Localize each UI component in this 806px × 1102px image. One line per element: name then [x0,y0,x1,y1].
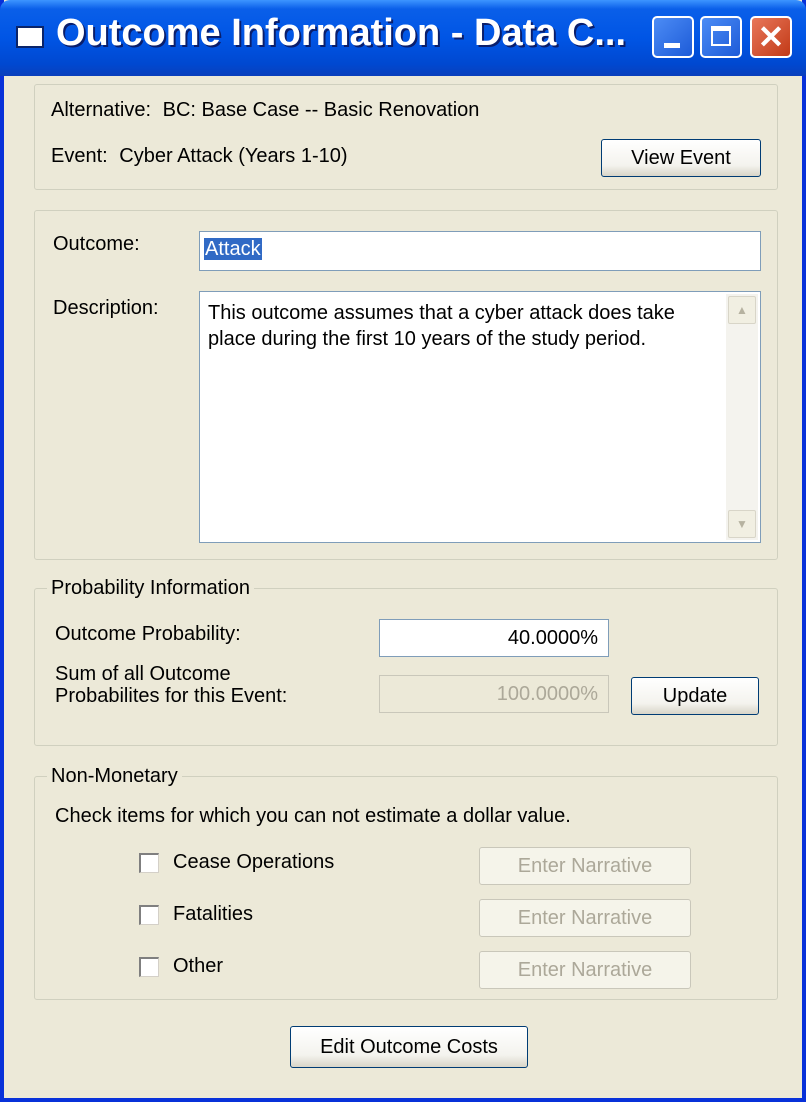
event-label-text: Event: [51,145,108,167]
outcome-group: Outcome: Attack Description: This outcom… [34,210,778,560]
outcome-label: Outcome: [53,233,140,255]
description-text: This outcome assumes that a cyber attack… [208,302,675,350]
close-icon: ✕ [757,19,785,55]
other-checkbox[interactable] [139,957,159,977]
probability-group: Probability Information Outcome Probabil… [34,577,778,746]
fatalities-narrative-button[interactable]: Enter Narrative [479,899,691,937]
sum-label-line2: Probabilites for this Event: [55,685,288,707]
close-button[interactable]: ✕ [750,16,792,58]
context-group: Alternative: BC: Base Case -- Basic Reno… [34,84,778,190]
non-monetary-group: Non-Monetary Check items for which you c… [34,765,778,1000]
outcome-selected-text: Attack [204,238,262,260]
description-scrollbar[interactable]: ▲ ▼ [726,294,758,540]
cease-operations-label[interactable]: Cease Operations [173,851,334,874]
non-monetary-instructions: Check items for which you can not estima… [55,805,571,827]
description-textarea[interactable]: This outcome assumes that a cyber attack… [199,291,761,543]
non-monetary-legend: Non-Monetary [47,765,182,788]
outcome-field[interactable]: Attack [199,231,761,271]
sum-label-line1: Sum of all Outcome [55,663,231,685]
alternative-label: Alternative: BC: Base Case -- Basic Reno… [51,99,479,122]
sum-probability-label: Sum of all Outcome Probabilites for this… [55,663,287,707]
edit-outcome-costs-button[interactable]: Edit Outcome Costs [290,1026,528,1068]
sum-probability-value: 100.0000% [496,683,598,705]
description-label: Description: [53,297,159,319]
outcome-probability-value: 40.0000% [507,627,598,649]
title-bar[interactable]: Outcome Information - Data C... ✕ [0,0,806,76]
sum-probability-field: 100.0000% [379,675,609,713]
cease-operations-checkbox[interactable] [139,853,159,873]
event-label: Event: Cyber Attack (Years 1-10) [51,145,348,168]
alternative-label-text: Alternative: [51,99,152,121]
down-arrow-icon[interactable]: ▼ [728,510,756,538]
maximize-button[interactable] [700,16,742,58]
other-label[interactable]: Other [173,955,223,978]
cease-operations-narrative-button[interactable]: Enter Narrative [479,847,691,885]
fatalities-label[interactable]: Fatalities [173,903,253,926]
outcome-probability-label: Outcome Probability: [55,623,241,645]
window-icon [16,26,44,48]
window-title: Outcome Information - Data C... [56,12,627,54]
probability-legend: Probability Information [47,577,254,600]
event-value: Cyber Attack (Years 1-10) [119,145,348,167]
fatalities-checkbox[interactable] [139,905,159,925]
other-narrative-button[interactable]: Enter Narrative [479,951,691,989]
outcome-information-window: Outcome Information - Data C... ✕ Altern… [0,0,806,1102]
outcome-probability-field[interactable]: 40.0000% [379,619,609,657]
view-event-button[interactable]: View Event [601,139,761,177]
minimize-button[interactable] [652,16,694,58]
up-arrow-icon[interactable]: ▲ [728,296,756,324]
update-button[interactable]: Update [631,677,759,715]
alternative-value: BC: Base Case -- Basic Renovation [162,99,480,121]
